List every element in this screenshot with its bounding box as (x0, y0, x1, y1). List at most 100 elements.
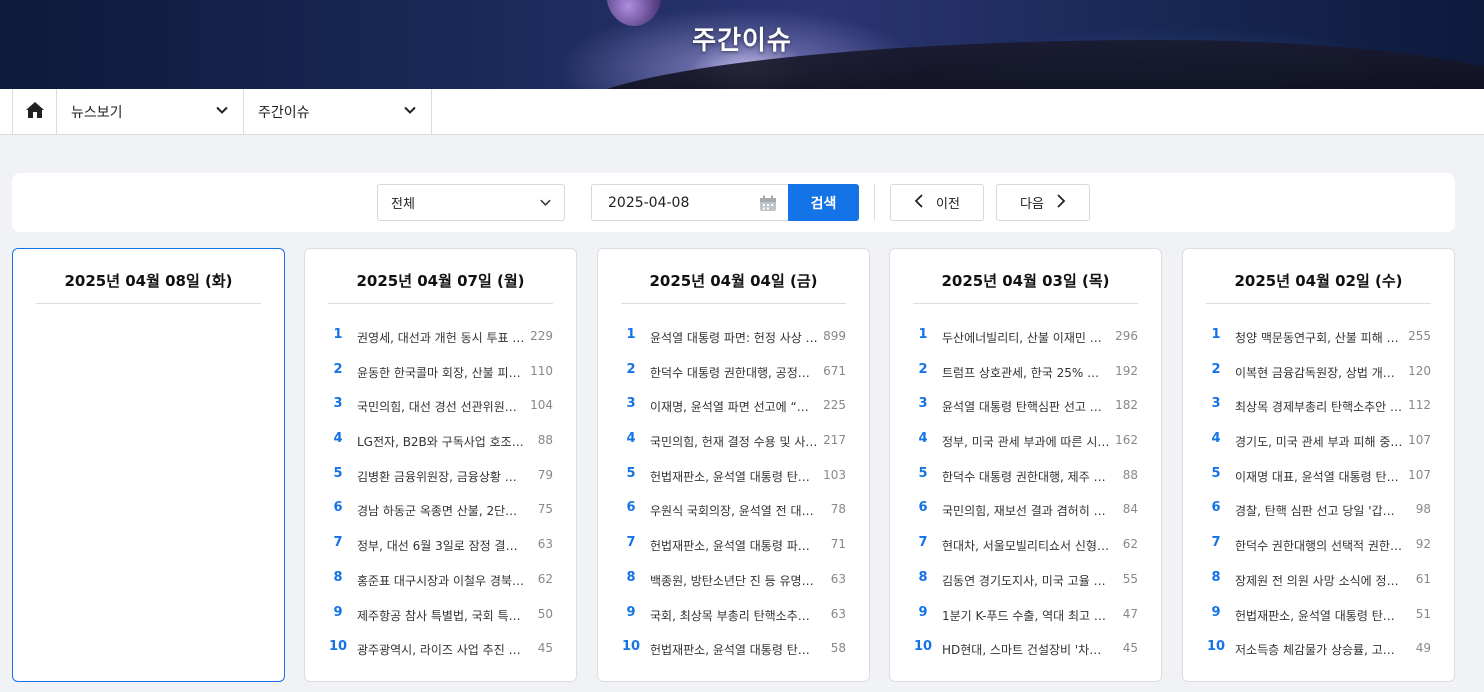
issue-title-link[interactable]: 김병환 금융위원장, 금융상황 점검… (357, 468, 525, 485)
issue-item[interactable]: 7 한덕수 권한대행의 선택적 권한 행… 92 (1183, 528, 1454, 563)
day-card-date: 2025년 04월 08일 (화) (64, 272, 233, 290)
issue-title-link[interactable]: 김동연 경기도지사, 미국 고율 관… (942, 572, 1110, 589)
next-button[interactable]: 다음 (996, 184, 1090, 221)
issue-title-link[interactable]: 한덕수 대통령 권한대행, 공정하… (650, 364, 818, 381)
issue-item[interactable]: 10 HD현대, 스마트 건설장비 '차세대… 45 (890, 632, 1161, 667)
issue-title-link[interactable]: 정부, 미국 관세 부과에 따른 시… (942, 433, 1110, 450)
issue-title-link[interactable]: 헌법재판소, 윤석열 대통령 파면 결… (650, 537, 818, 554)
issue-title-link[interactable]: 경남 하동군 옥종면 산불, 2단계 … (357, 502, 525, 519)
issue-title-link[interactable]: 헌법재판소, 윤석열 대통령 탄핵심… (1235, 607, 1403, 624)
issue-title-link[interactable]: 헌법재판소, 윤석열 대통령 탄핵심… (650, 641, 818, 658)
issue-item[interactable]: 8 김동연 경기도지사, 미국 고율 관… 55 (890, 563, 1161, 598)
issue-count: 98 (1415, 502, 1431, 517)
issue-title-link[interactable]: 저소득층 체감물가 상승률, 고소… (1235, 641, 1403, 658)
issue-item[interactable]: 9 1분기 K-푸드 수출, 역대 최고 기… 47 (890, 598, 1161, 633)
category-select[interactable]: 전체 (377, 184, 565, 221)
issue-title-link[interactable]: LG전자, B2B와 구독사업 호조로 … (357, 433, 525, 450)
day-card[interactable]: 2025년 04월 08일 (화) (12, 248, 285, 682)
issue-item[interactable]: 2 윤동한 한국콜마 회장, 산불 피해 … 110 (305, 355, 576, 390)
issue-item[interactable]: 2 이복현 금융감독원장, 상법 개정… 120 (1183, 355, 1454, 390)
issue-item[interactable]: 7 헌법재판소, 윤석열 대통령 파면 결… 71 (598, 528, 869, 563)
issue-item[interactable]: 7 정부, 대선 6월 3일로 잠정 결정…… 63 (305, 528, 576, 563)
issue-title-link[interactable]: 이재명, 윤석열 파면 선고에 “이… (650, 398, 818, 415)
issue-item[interactable]: 2 한덕수 대통령 권한대행, 공정하… 671 (598, 355, 869, 390)
issue-title-link[interactable]: 국민의힘, 재보선 결과 겸허히 받… (942, 502, 1110, 519)
day-card[interactable]: 2025년 04월 07일 (월) 1 권영세, 대선과 개헌 동시 투표 … 229… (304, 248, 577, 682)
issue-title-link[interactable]: 한덕수 대통령 권한대행, 제주 4·3… (942, 468, 1110, 485)
issue-title-link[interactable]: 경기도, 미국 관세 부과 피해 중소… (1235, 433, 1403, 450)
issue-title-link[interactable]: HD현대, 스마트 건설장비 '차세대… (942, 641, 1110, 658)
issue-title-link[interactable]: 제주항공 참사 특별법, 국회 특위 … (357, 607, 525, 624)
issue-item[interactable]: 6 경찰, 탄핵 심판 선고 당일 '갑호 … 98 (1183, 493, 1454, 528)
day-card[interactable]: 2025년 04월 03일 (목) 1 두산에너빌리티, 산불 이재민 지… 296 2… (889, 248, 1162, 682)
issue-item[interactable]: 5 김병환 금융위원장, 금융상황 점검… 79 (305, 459, 576, 494)
issue-item[interactable]: 9 제주항공 참사 특별법, 국회 특위 … 50 (305, 598, 576, 633)
issue-item[interactable]: 10 저소득층 체감물가 상승률, 고소… 49 (1183, 632, 1454, 667)
issue-item[interactable]: 5 이재명 대표, 윤석열 대통령 탄핵… 107 (1183, 459, 1454, 494)
day-card[interactable]: 2025년 04월 02일 (수) 1 청양 맥문동연구회, 산불 피해 지… 255… (1182, 248, 1455, 682)
calendar-icon[interactable] (759, 195, 777, 216)
issue-item[interactable]: 3 최상목 경제부총리 탄핵소추안 국… 112 (1183, 389, 1454, 424)
issue-item[interactable]: 9 국회, 최상목 부총리 탄핵소추안 … 63 (598, 598, 869, 633)
issue-item[interactable]: 6 국민의힘, 재보선 결과 겸허히 받… 84 (890, 493, 1161, 528)
news-view-dropdown[interactable]: 뉴스보기 (57, 89, 244, 134)
issue-title-link[interactable]: 윤석열 대통령 파면: 헌정 사상 … (650, 329, 818, 346)
issue-item[interactable]: 4 경기도, 미국 관세 부과 피해 중소… 107 (1183, 424, 1454, 459)
issue-title-link[interactable]: 장제원 전 의원 사망 소식에 정치… (1235, 572, 1403, 589)
issue-item[interactable]: 6 우원식 국회의장, 윤석열 전 대통… 78 (598, 493, 869, 528)
issue-title-link[interactable]: 정부, 대선 6월 3일로 잠정 결정…… (357, 537, 525, 554)
issue-title-link[interactable]: 이복현 금융감독원장, 상법 개정… (1235, 364, 1403, 381)
issue-title-link[interactable]: 이재명 대표, 윤석열 대통령 탄핵… (1235, 468, 1403, 485)
issue-item[interactable]: 6 경남 하동군 옥종면 산불, 2단계 … 75 (305, 493, 576, 528)
issue-title-link[interactable]: 윤석열 대통령 탄핵심판 선고 임… (942, 398, 1110, 415)
issue-item[interactable]: 4 LG전자, B2B와 구독사업 호조로 … 88 (305, 424, 576, 459)
issue-title-link[interactable]: 경찰, 탄핵 심판 선고 당일 '갑호 … (1235, 502, 1403, 519)
issue-title-link[interactable]: 윤동한 한국콜마 회장, 산불 피해 … (357, 364, 525, 381)
issue-title-link[interactable]: 우원식 국회의장, 윤석열 전 대통… (650, 502, 818, 519)
issue-title-link[interactable]: 트럼프 상호관세, 한국 25% 발… (942, 364, 1110, 381)
issue-item[interactable]: 10 헌법재판소, 윤석열 대통령 탄핵심… 58 (598, 632, 869, 667)
issue-item[interactable]: 3 윤석열 대통령 탄핵심판 선고 임… 182 (890, 389, 1161, 424)
issue-item[interactable]: 7 현대차, 서울모빌리티쇼서 신형 수… 62 (890, 528, 1161, 563)
issue-title-link[interactable]: 최상목 경제부총리 탄핵소추안 국… (1235, 398, 1403, 415)
issue-title-link[interactable]: 헌법재판소, 윤석열 대통령 탄핵 … (650, 468, 818, 485)
issue-item[interactable]: 1 두산에너빌리티, 산불 이재민 지… 296 (890, 320, 1161, 355)
day-card[interactable]: 2025년 04월 04일 (금) 1 윤석열 대통령 파면: 헌정 사상 … 899… (597, 248, 870, 682)
issue-count: 899 (823, 329, 846, 343)
issue-title-link[interactable]: 현대차, 서울모빌리티쇼서 신형 수… (942, 537, 1110, 554)
issue-item[interactable]: 1 윤석열 대통령 파면: 헌정 사상 … 899 (598, 320, 869, 355)
issue-item[interactable]: 1 청양 맥문동연구회, 산불 피해 지… 255 (1183, 320, 1454, 355)
issue-item[interactable]: 2 트럼프 상호관세, 한국 25% 발… 192 (890, 355, 1161, 390)
issue-title-link[interactable]: 백종원, 방탄소년단 진 등 유명인… (650, 572, 818, 589)
issue-title-link[interactable]: 두산에너빌리티, 산불 이재민 지… (942, 329, 1110, 346)
issue-count: 88 (537, 433, 553, 448)
issue-title-link[interactable]: 한덕수 권한대행의 선택적 권한 행… (1235, 537, 1403, 554)
issue-title-link[interactable]: 광주광역시, 라이즈 사업 추진 대… (357, 641, 525, 658)
issue-item[interactable]: 3 이재명, 윤석열 파면 선고에 “이… 225 (598, 389, 869, 424)
issue-title-link[interactable]: 1분기 K-푸드 수출, 역대 최고 기… (942, 607, 1110, 624)
issue-item[interactable]: 5 헌법재판소, 윤석열 대통령 탄핵 … 103 (598, 459, 869, 494)
issue-item[interactable]: 3 국민의힘, 대선 경선 선관위원장… 104 (305, 389, 576, 424)
issue-item[interactable]: 10 광주광역시, 라이즈 사업 추진 대… 45 (305, 632, 576, 667)
issue-title-link[interactable]: 국민의힘, 대선 경선 선관위원장… (357, 398, 525, 415)
issue-item[interactable]: 9 헌법재판소, 윤석열 대통령 탄핵심… 51 (1183, 598, 1454, 633)
issue-item[interactable]: 5 한덕수 대통령 권한대행, 제주 4·3… 88 (890, 459, 1161, 494)
issue-title-link[interactable]: 청양 맥문동연구회, 산불 피해 지… (1235, 329, 1403, 346)
issue-title-link[interactable]: 국민의힘, 헌재 결정 수용 및 사과… (650, 433, 818, 450)
date-input[interactable]: 2025-04-08 (591, 184, 789, 221)
issue-count: 63 (537, 537, 553, 552)
issue-count: 47 (1122, 606, 1138, 621)
issue-item[interactable]: 4 정부, 미국 관세 부과에 따른 시… 162 (890, 424, 1161, 459)
issue-title-link[interactable]: 국회, 최상목 부총리 탄핵소추안 … (650, 607, 818, 624)
issue-item[interactable]: 8 홍준표 대구시장과 이철우 경북도… 62 (305, 563, 576, 598)
issue-title-link[interactable]: 홍준표 대구시장과 이철우 경북도… (357, 572, 525, 589)
issue-item[interactable]: 4 국민의힘, 헌재 결정 수용 및 사과… 217 (598, 424, 869, 459)
issue-title-link[interactable]: 권영세, 대선과 개헌 동시 투표 … (357, 329, 525, 346)
prev-button[interactable]: 이전 (890, 184, 984, 221)
issue-item[interactable]: 1 권영세, 대선과 개헌 동시 투표 … 229 (305, 320, 576, 355)
home-button[interactable] (12, 89, 57, 134)
weekly-issue-dropdown[interactable]: 주간이슈 (244, 89, 432, 134)
search-button[interactable]: 검색 (788, 184, 859, 221)
issue-item[interactable]: 8 장제원 전 의원 사망 소식에 정치… 61 (1183, 563, 1454, 598)
issue-item[interactable]: 8 백종원, 방탄소년단 진 등 유명인… 63 (598, 563, 869, 598)
